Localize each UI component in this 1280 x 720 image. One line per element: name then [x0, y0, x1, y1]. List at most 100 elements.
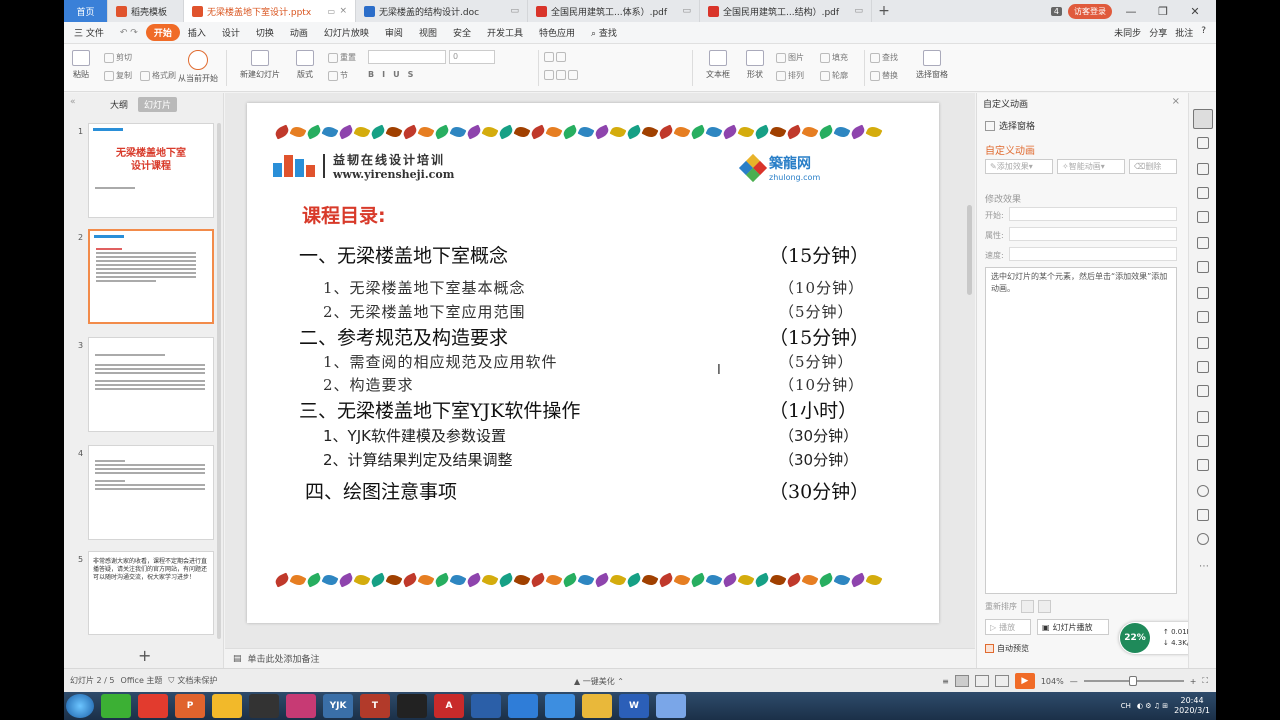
thumbnail-scrollbar[interactable] — [217, 123, 221, 639]
textbox-button[interactable]: 文本框 — [706, 50, 730, 80]
transition-icon[interactable] — [1197, 137, 1209, 149]
audio-icon[interactable] — [1197, 411, 1209, 423]
wps-pdf-taskbar-icon[interactable] — [286, 694, 316, 718]
add-slide-button[interactable]: + — [138, 646, 151, 665]
outline-button[interactable]: 轮廓 — [820, 70, 848, 81]
new-slide-button[interactable]: 新建幻灯片 — [240, 50, 280, 80]
slide-thumbnail-2[interactable] — [88, 229, 214, 324]
font-style-buttons[interactable]: BIUS — [368, 70, 421, 79]
zoom-level[interactable]: 104% — [1041, 677, 1064, 686]
bullet-list-button[interactable] — [544, 52, 566, 62]
sorter-view-icon[interactable] — [974, 675, 989, 687]
tab-doc[interactable]: 无梁楼盖的结构设计.doc ▭ — [356, 0, 528, 22]
autopreview-checkbox[interactable]: 自动预览 — [985, 643, 1029, 654]
notes-bar[interactable]: ▤ 单击此处添加备注 — [225, 648, 975, 668]
share-icon[interactable] — [1197, 337, 1209, 349]
menu-review[interactable]: 审阅 — [377, 26, 411, 39]
tab-pdf-1[interactable]: 全国民用建筑工...体系）.pdf ▭ — [528, 0, 700, 22]
autodesk-taskbar-icon[interactable] — [249, 694, 279, 718]
yjk-taskbar-icon[interactable]: YJK — [323, 694, 353, 718]
section-button[interactable]: 节 — [328, 70, 348, 81]
animation-tool-icon[interactable] — [1193, 109, 1213, 129]
slide-thumbnail-3[interactable] — [88, 337, 214, 432]
comment-button[interactable]: 批注 — [1175, 26, 1193, 39]
input-language[interactable]: CH — [1121, 702, 1131, 710]
canvas-scrollbar[interactable] — [967, 100, 973, 300]
shape-icon[interactable] — [1197, 163, 1209, 175]
zoom-slider-knob[interactable] — [1128, 676, 1137, 686]
speed-select[interactable] — [1009, 247, 1177, 261]
wps-presentation-taskbar-icon[interactable]: P — [175, 694, 205, 718]
align-buttons[interactable] — [544, 70, 578, 80]
menu-home[interactable]: 开始 — [145, 24, 180, 41]
menu-view[interactable]: 视图 — [411, 26, 445, 39]
gear-icon[interactable] — [1197, 435, 1209, 447]
normal-view-icon[interactable] — [954, 675, 969, 687]
font-name-field[interactable] — [368, 50, 446, 64]
property-select[interactable] — [1009, 227, 1177, 241]
help-button[interactable]: ? — [1201, 26, 1206, 39]
menu-file[interactable]: 三 文件 — [64, 26, 112, 39]
menu-developer[interactable]: 开发工具 — [479, 26, 531, 39]
tab-pptx[interactable]: 无梁楼盖地下室设计.pptx ▭ × — [184, 0, 356, 22]
play-button[interactable]: ▷ 播放 — [985, 619, 1031, 635]
start-button[interactable] — [66, 694, 94, 718]
find-button[interactable]: 查找 — [870, 52, 898, 63]
fill-icon[interactable] — [1197, 187, 1209, 199]
more-icon[interactable]: ⋯ — [1199, 561, 1209, 572]
move-down-button[interactable] — [1038, 600, 1051, 613]
monitor-icon[interactable]: ▭ — [854, 6, 863, 16]
document-icon[interactable] — [1197, 311, 1209, 323]
tab-docer[interactable]: 稻壳模板 — [108, 0, 184, 22]
layout-button[interactable]: 版式 — [296, 50, 314, 80]
menu-animation[interactable]: 动画 — [282, 26, 316, 39]
explorer-taskbar-icon[interactable] — [582, 694, 612, 718]
one-click-beautify-button[interactable]: ▲ 一键美化 ⌃ — [574, 676, 624, 687]
grid-icon[interactable] — [1197, 237, 1209, 249]
window-count-badge[interactable]: 4 — [1050, 6, 1062, 16]
zoom-out-button[interactable]: — — [1070, 677, 1078, 686]
scrollbar-thumb[interactable] — [967, 205, 972, 295]
start-select[interactable] — [1009, 207, 1177, 221]
tool-taskbar-icon[interactable] — [471, 694, 501, 718]
fit-window-icon[interactable]: ⛶ — [1202, 676, 1208, 686]
help-icon[interactable] — [1197, 485, 1209, 497]
menu-security[interactable]: 安全 — [445, 26, 479, 39]
chart-icon[interactable] — [1197, 261, 1209, 273]
table-icon[interactable] — [1197, 211, 1209, 223]
menu-insert[interactable]: 插入 — [180, 26, 214, 39]
close-pane-icon[interactable]: × — [1172, 96, 1180, 107]
animation-list[interactable]: 选中幻灯片的某个元素，然后单击“添加效果”添加动画。 — [985, 267, 1177, 594]
qq-taskbar-icon[interactable] — [397, 694, 427, 718]
font-size-field[interactable]: 0 — [449, 50, 495, 64]
monitor-icon[interactable]: ▭ — [682, 6, 691, 16]
copy-button[interactable]: 复制 — [104, 70, 132, 81]
arrange-button[interactable]: 排列 — [776, 70, 804, 81]
minimize-button[interactable]: — — [1118, 5, 1144, 18]
pane-title[interactable]: 自定义动画 — [983, 97, 1028, 110]
monitor-icon[interactable]: ▭ — [327, 7, 335, 16]
sync-status[interactable]: 未同步 — [1114, 26, 1141, 39]
zoom-in-button[interactable]: + — [1190, 677, 1197, 686]
menu-features[interactable]: 特色应用 — [531, 26, 583, 39]
current-slide[interactable]: 益韧在线设计培训 www.yirensheji.com 築龍网 zhulong.… — [247, 103, 939, 623]
delete-effect-button[interactable]: ⌫ 删除 — [1129, 159, 1177, 174]
feishu-taskbar-icon[interactable] — [508, 694, 538, 718]
slide-thumbnail-4[interactable] — [88, 445, 214, 540]
format-painter-button[interactable]: 格式刷 — [140, 70, 176, 81]
wps-office-taskbar-icon[interactable]: W — [619, 694, 649, 718]
chrome-taskbar-icon[interactable] — [212, 694, 242, 718]
wechat-taskbar-icon[interactable] — [101, 694, 131, 718]
shapes-button[interactable]: 形状 — [746, 50, 764, 80]
slideshow-play-button[interactable]: ▶ — [1014, 673, 1035, 689]
notes-toggle-icon[interactable]: ≡ — [942, 677, 949, 686]
replace-button[interactable]: 替换 — [870, 70, 898, 81]
play-from-current-button[interactable]: 从当前开始 — [178, 50, 218, 84]
collapse-panel-icon[interactable]: « — [70, 97, 76, 107]
close-icon[interactable]: × — [339, 6, 347, 16]
menu-transition[interactable]: 切换 — [248, 26, 282, 39]
archive-icon[interactable] — [1197, 361, 1209, 373]
selection-pane-button[interactable]: 选择窗格 — [916, 50, 948, 80]
undo-icon[interactable]: ↶ ↷ — [112, 28, 146, 38]
autocad-taskbar-icon[interactable]: A — [434, 694, 464, 718]
